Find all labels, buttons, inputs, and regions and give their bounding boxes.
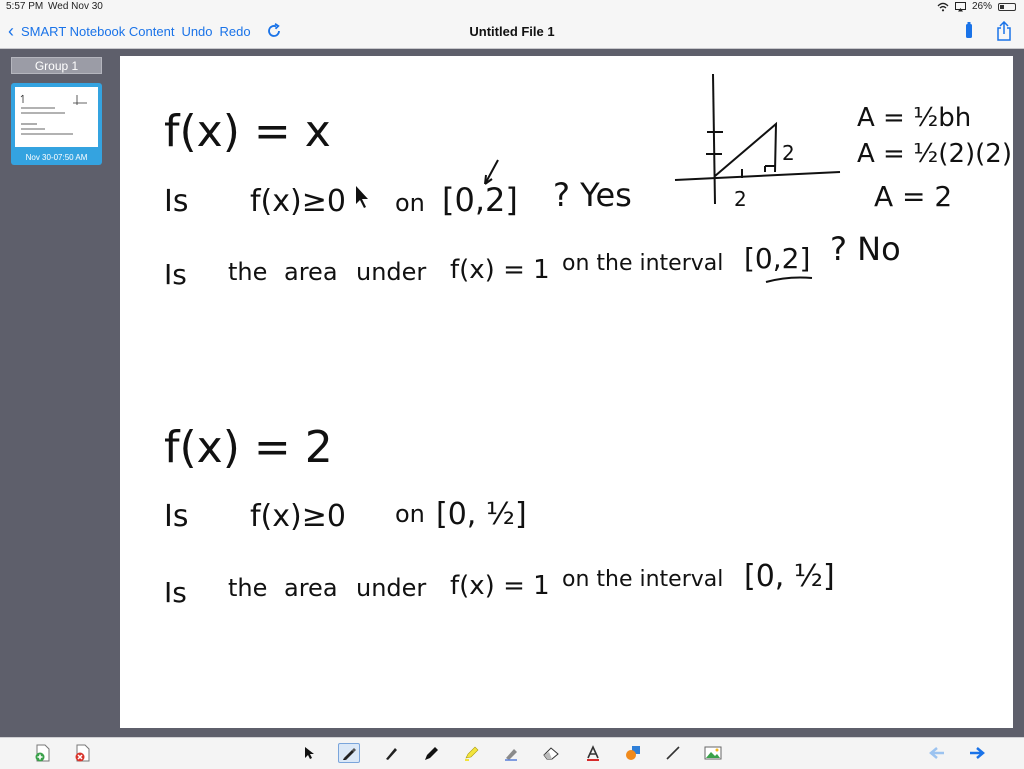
graph-label-height: 2	[782, 141, 795, 165]
handwritten-the-2: the	[228, 574, 267, 602]
pen-icon[interactable]	[338, 743, 360, 763]
page-sorter: Group 1 Nov 30-07:50 AM	[0, 49, 113, 737]
handwritten-interval-text-2: on the interval	[562, 567, 723, 592]
calligraphy-pen-icon[interactable]	[380, 743, 402, 763]
eraser-icon[interactable]	[540, 743, 562, 763]
sync-icon[interactable]	[266, 23, 282, 39]
delete-page-icon[interactable]	[72, 743, 94, 763]
handwritten-under-2: under	[356, 574, 426, 602]
add-page-icon[interactable]	[32, 743, 54, 763]
triangle-graph-sketch	[674, 73, 841, 205]
text-icon[interactable]	[582, 743, 604, 763]
redo-button[interactable]: Redo	[220, 24, 251, 39]
area-formula-3: A = 2	[874, 180, 952, 213]
handwritten-interval-3: [0, ½]	[436, 497, 527, 532]
handwritten-is-2: Is	[164, 258, 187, 291]
thumbnail-preview	[15, 87, 98, 147]
magic-pen-icon[interactable]	[500, 743, 522, 763]
battery-percent: 26%	[971, 1, 992, 12]
graph-label-base: 2	[734, 187, 747, 211]
handwritten-interval-2: [0,2]	[744, 242, 810, 275]
underline-mark	[765, 276, 813, 283]
back-button[interactable]: SMART Notebook Content	[21, 24, 174, 39]
document-title: Untitled File 1	[469, 24, 555, 39]
handwritten-is: Is	[164, 184, 188, 219]
thumbnail-caption: Nov 30-07:50 AM	[25, 153, 88, 162]
handwritten-is-4: Is	[164, 576, 187, 609]
back-chevron-icon[interactable]: ‹	[8, 22, 14, 40]
status-bar: 5:57 PM Wed Nov 30 26%	[0, 0, 1024, 14]
handwritten-inequality: f(x)≥0	[250, 184, 346, 219]
cursor-icon	[356, 186, 368, 208]
handwritten-area: area	[284, 258, 338, 286]
handwritten-inequality-2: f(x)≥0	[250, 499, 346, 534]
wifi-icon	[937, 2, 949, 11]
select-icon[interactable]	[298, 743, 320, 763]
page-thumbnail[interactable]: Nov 30-07:50 AM	[11, 83, 102, 165]
line-icon[interactable]	[662, 743, 684, 763]
share-icon[interactable]	[996, 21, 1012, 41]
bottom-toolbar	[0, 737, 1024, 769]
handwritten-function-2: f(x) = 2	[164, 422, 333, 473]
handwritten-answer-yes: ? Yes	[553, 176, 632, 214]
handwritten-answer-no: ? No	[830, 230, 901, 268]
shapes-icon[interactable]	[622, 743, 644, 763]
image-icon[interactable]	[702, 743, 724, 763]
marker-icon[interactable]	[420, 743, 442, 763]
undo-button[interactable]: Undo	[181, 24, 212, 39]
handwritten-is-3: Is	[164, 499, 188, 534]
whiteboard-canvas[interactable]: f(x) = x Is f(x)≥0 on [0,2] ? Yes Is the…	[120, 56, 1013, 728]
status-date: Wed Nov 30	[48, 1, 103, 12]
group-label[interactable]: Group 1	[11, 57, 102, 74]
handwritten-on-2: on	[395, 500, 425, 528]
handwritten-on: on	[395, 189, 425, 217]
handwritten-area-2: area	[284, 574, 338, 602]
status-indicators: 26%	[937, 1, 1016, 12]
area-formula-2: A = ½(2)(2)	[857, 139, 1012, 169]
highlighter-icon[interactable]	[460, 743, 482, 763]
screen-mirroring-icon	[954, 1, 966, 11]
handwritten-interval: [0,2]	[442, 181, 518, 219]
nav-bar: ‹ SMART Notebook Content Undo Redo Untit…	[0, 14, 1024, 49]
handwritten-the: the	[228, 258, 267, 286]
handwritten-interval-text: on the interval	[562, 251, 723, 276]
previous-page-icon[interactable]	[926, 743, 948, 763]
handwritten-function-1b: f(x) = 1	[450, 571, 550, 601]
handwritten-function-1: f(x) = 1	[450, 255, 550, 285]
battery-icon	[998, 2, 1016, 11]
handwritten-function-x: f(x) = x	[164, 106, 331, 157]
pen-settings-icon[interactable]	[964, 22, 974, 40]
area-formula-1: A = ½bh	[857, 103, 971, 133]
next-page-icon[interactable]	[966, 743, 988, 763]
status-time: 5:57 PM	[6, 1, 44, 12]
handwritten-under: under	[356, 258, 426, 286]
handwritten-interval-4: [0, ½]	[744, 559, 835, 594]
